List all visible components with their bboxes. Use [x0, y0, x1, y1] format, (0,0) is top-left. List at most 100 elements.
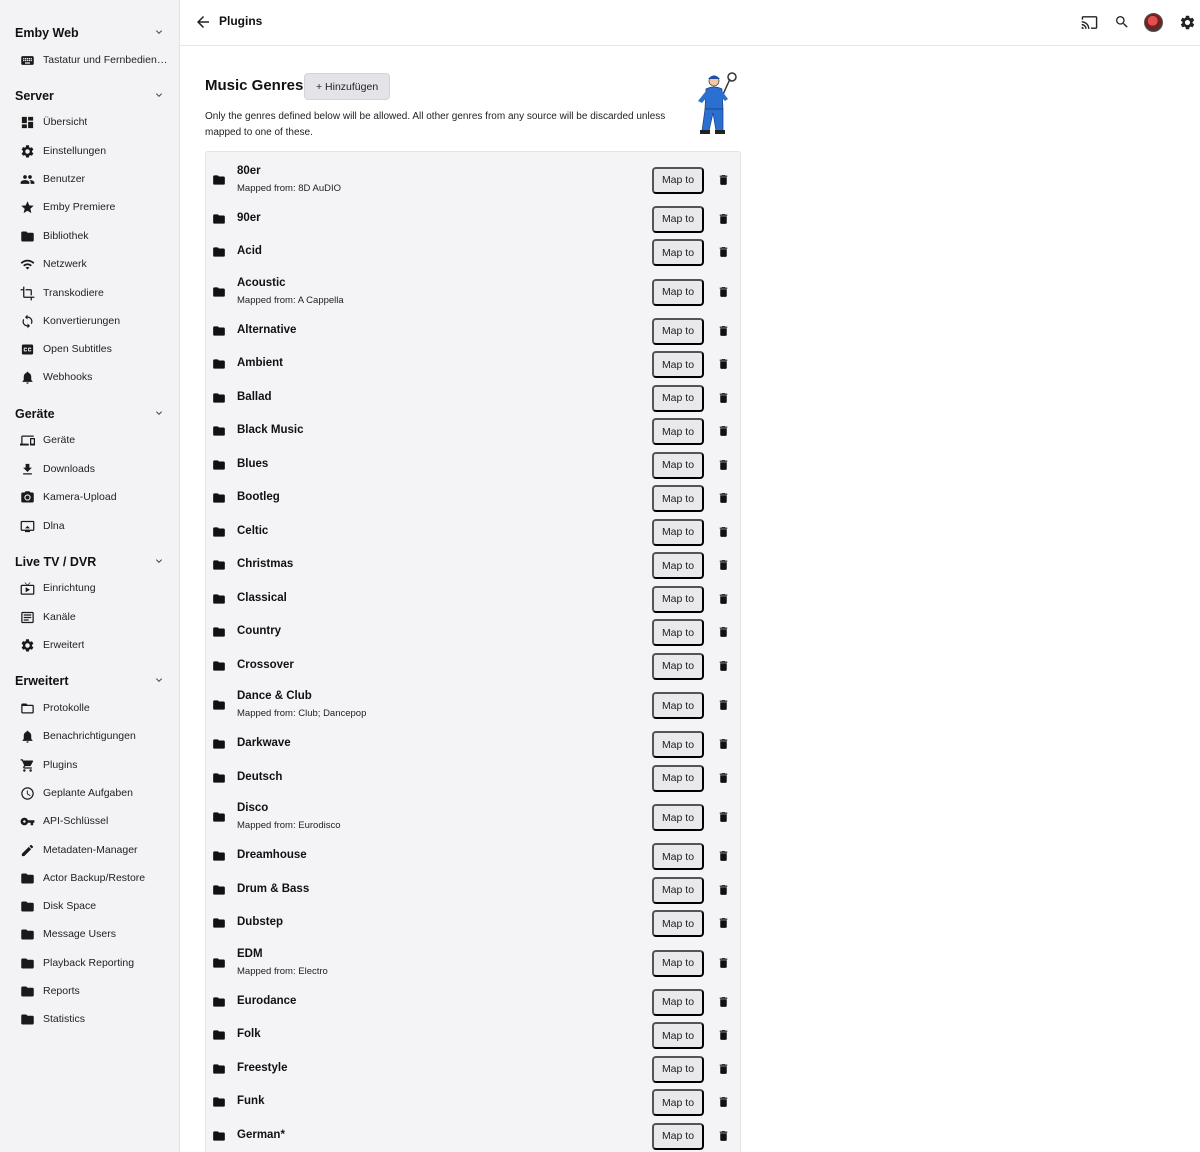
- delete-icon[interactable]: [717, 659, 729, 673]
- delete-icon[interactable]: [717, 883, 729, 897]
- sidebar-item[interactable]: Bibliothek: [19, 226, 169, 246]
- map-to-button[interactable]: Map to: [652, 384, 704, 412]
- map-to-button[interactable]: Map to: [652, 652, 704, 680]
- sidebar-item[interactable]: Einstellungen: [19, 141, 169, 161]
- sidebar-item[interactable]: Protokolle: [19, 698, 169, 718]
- sidebar-item[interactable]: Playback Reporting: [19, 953, 169, 973]
- map-to-button[interactable]: Map to: [652, 764, 704, 792]
- search-icon[interactable]: [1113, 13, 1131, 31]
- delete-icon[interactable]: [717, 245, 729, 259]
- chevron-down-icon: [153, 89, 165, 104]
- map-to-button[interactable]: Map to: [652, 552, 704, 580]
- delete-icon[interactable]: [717, 995, 729, 1009]
- map-to-button[interactable]: Map to: [652, 418, 704, 446]
- map-to-button[interactable]: Map to: [652, 1022, 704, 1050]
- sidebar-item[interactable]: Benutzer: [19, 169, 169, 189]
- sidebar-item[interactable]: Actor Backup/Restore: [19, 868, 169, 888]
- user-avatar[interactable]: [1144, 13, 1163, 32]
- map-to-button[interactable]: Map to: [652, 1055, 704, 1083]
- delete-icon[interactable]: [717, 491, 729, 505]
- sidebar-item[interactable]: Netzwerk: [19, 254, 169, 274]
- sidebar-section-header[interactable]: Emby Web: [15, 23, 165, 43]
- sidebar-item[interactable]: Downloads: [19, 459, 169, 479]
- delete-icon[interactable]: [717, 916, 729, 930]
- delete-icon[interactable]: [717, 625, 729, 639]
- sidebar-item[interactable]: Metadaten-Manager: [19, 840, 169, 860]
- map-to-button[interactable]: Map to: [652, 166, 704, 194]
- sidebar-section-header[interactable]: Server: [15, 86, 165, 106]
- map-to-button[interactable]: Map to: [652, 451, 704, 479]
- delete-icon[interactable]: [717, 357, 729, 371]
- map-to-button[interactable]: Map to: [652, 619, 704, 647]
- map-to-button[interactable]: Map to: [652, 843, 704, 871]
- genre-list: 80er Mapped from: 8D AuDIO Map to 90er Map t…: [205, 151, 741, 1152]
- sidebar-item[interactable]: Emby Premiere: [19, 197, 169, 217]
- sidebar-item[interactable]: Einrichtung: [19, 578, 169, 598]
- sidebar-item[interactable]: Geplante Aufgaben: [19, 783, 169, 803]
- delete-icon[interactable]: [717, 1095, 729, 1109]
- sidebar-item[interactable]: Open Subtitles: [19, 339, 169, 359]
- delete-icon[interactable]: [717, 956, 729, 970]
- map-to-button[interactable]: Map to: [652, 692, 704, 719]
- map-to-button[interactable]: Map to: [652, 485, 704, 513]
- delete-icon[interactable]: [717, 698, 729, 712]
- delete-icon[interactable]: [717, 771, 729, 785]
- section-heading: Music Genres: [205, 77, 304, 94]
- sidebar-item[interactable]: Webhooks: [19, 367, 169, 387]
- delete-icon[interactable]: [717, 391, 729, 405]
- delete-icon[interactable]: [717, 1129, 729, 1143]
- delete-icon[interactable]: [717, 849, 729, 863]
- delete-icon[interactable]: [717, 173, 729, 187]
- sidebar-item[interactable]: Übersicht: [19, 112, 169, 132]
- delete-icon[interactable]: [717, 558, 729, 572]
- delete-icon[interactable]: [717, 212, 729, 226]
- map-to-button[interactable]: Map to: [652, 205, 704, 233]
- map-to-button[interactable]: Map to: [652, 949, 704, 977]
- sidebar-section-header[interactable]: Live TV / DVR: [15, 552, 165, 572]
- delete-icon[interactable]: [717, 737, 729, 751]
- map-to-button[interactable]: Map to: [652, 278, 704, 306]
- map-to-button[interactable]: Map to: [652, 731, 704, 759]
- delete-icon[interactable]: [717, 525, 729, 539]
- delete-icon[interactable]: [717, 458, 729, 472]
- delete-icon[interactable]: [717, 1062, 729, 1076]
- sidebar-item[interactable]: Konvertierungen: [19, 311, 169, 331]
- map-to-button[interactable]: Map to: [652, 239, 704, 267]
- sidebar-item[interactable]: Geräte: [19, 430, 169, 450]
- map-to-button[interactable]: Map to: [652, 804, 704, 831]
- map-to-button[interactable]: Map to: [652, 585, 704, 613]
- sidebar-section-header[interactable]: Erweitert: [15, 671, 165, 691]
- sidebar-section-header[interactable]: Geräte: [15, 404, 165, 424]
- sidebar-item[interactable]: Reports: [19, 981, 169, 1001]
- delete-icon[interactable]: [717, 324, 729, 338]
- sidebar-item[interactable]: Plugins: [19, 755, 169, 775]
- delete-icon[interactable]: [717, 1028, 729, 1042]
- sidebar-item[interactable]: Benachrichtigungen: [19, 726, 169, 746]
- map-to-button[interactable]: Map to: [652, 317, 704, 345]
- cast-icon[interactable]: [1080, 13, 1098, 31]
- sidebar-item[interactable]: Disk Space: [19, 896, 169, 916]
- map-to-button[interactable]: Map to: [652, 518, 704, 546]
- map-to-button[interactable]: Map to: [652, 1089, 704, 1117]
- delete-icon[interactable]: [717, 285, 729, 299]
- delete-icon[interactable]: [717, 424, 729, 438]
- sidebar-item[interactable]: Erweitert: [19, 635, 169, 655]
- map-to-button[interactable]: Map to: [652, 876, 704, 904]
- sidebar-item[interactable]: Transkodiere: [19, 283, 169, 303]
- map-to-button[interactable]: Map to: [652, 988, 704, 1016]
- sidebar-item[interactable]: Message Users: [19, 924, 169, 944]
- map-to-button[interactable]: Map to: [652, 910, 704, 938]
- add-genre-button[interactable]: + Hinzufügen: [304, 73, 391, 100]
- delete-icon[interactable]: [717, 810, 729, 824]
- map-to-button[interactable]: Map to: [652, 351, 704, 379]
- back-arrow-icon[interactable]: [194, 13, 212, 31]
- delete-icon[interactable]: [717, 592, 729, 606]
- sidebar-item[interactable]: Tastatur und Fernbedien…: [19, 50, 169, 70]
- sidebar-item[interactable]: Dlna: [19, 516, 169, 536]
- sidebar-item[interactable]: Kamera-Upload: [19, 487, 169, 507]
- sidebar-item[interactable]: Statistics: [19, 1009, 169, 1029]
- sidebar-item[interactable]: Kanäle: [19, 607, 169, 627]
- sidebar-item[interactable]: API-Schlüssel: [19, 811, 169, 831]
- gear-icon[interactable]: [1178, 13, 1196, 31]
- map-to-button[interactable]: Map to: [652, 1122, 704, 1150]
